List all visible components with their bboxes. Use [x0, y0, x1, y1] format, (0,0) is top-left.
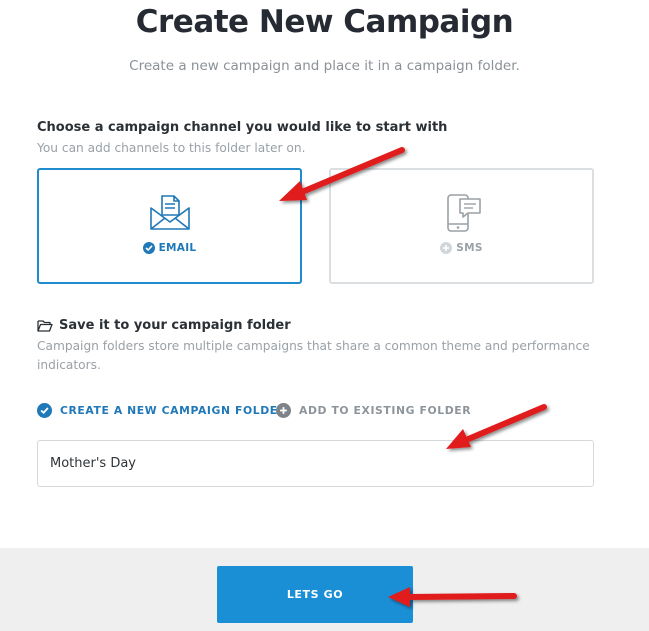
- folder-open-icon: [37, 318, 53, 337]
- folder-section-description-line2: indicators.: [37, 358, 101, 372]
- folder-section-description-line1: Campaign folders store multiple campaign…: [37, 339, 590, 353]
- channel-label-sms: SMS: [456, 242, 483, 254]
- folder-name-input[interactable]: [37, 440, 594, 487]
- page-title: Create New Campaign: [135, 4, 514, 40]
- channel-section-heading: Choose a campaign channel you would like…: [37, 120, 448, 135]
- create-new-folder-label: CREATE A NEW CAMPAIGN FOLDER: [60, 404, 287, 417]
- plus-circle-icon: [276, 403, 291, 418]
- add-to-existing-folder-option[interactable]: ADD TO EXISTING FOLDER: [276, 403, 471, 418]
- folder-section-heading: Save it to your campaign folder: [59, 318, 291, 333]
- email-envelope-icon: [148, 192, 192, 236]
- check-icon: [142, 242, 155, 254]
- lets-go-button[interactable]: LETS GO: [217, 566, 413, 623]
- annotation-arrows: [279, 147, 547, 607]
- page-subtitle: Create a new campaign and place it in a …: [129, 58, 520, 74]
- add-to-existing-folder-label: ADD TO EXISTING FOLDER: [299, 404, 472, 417]
- channel-section-description: You can add channels to this folder late…: [37, 141, 306, 155]
- plus-icon: [440, 242, 453, 254]
- create-new-folder-option[interactable]: CREATE A NEW CAMPAIGN FOLDER: [37, 403, 287, 418]
- channel-card-email[interactable]: EMAIL: [37, 168, 302, 284]
- phone-chat-icon: [440, 192, 484, 238]
- check-circle-icon: [37, 403, 52, 418]
- channel-card-sms[interactable]: SMS: [329, 168, 594, 284]
- channel-label-email: EMAIL: [158, 242, 197, 254]
